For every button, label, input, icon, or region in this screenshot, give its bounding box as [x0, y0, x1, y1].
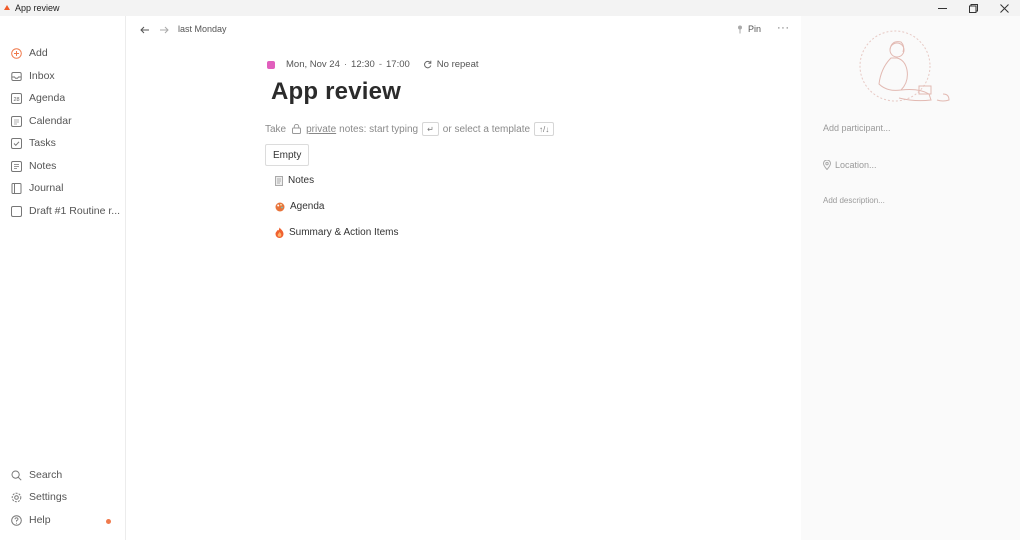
- repeat-selector[interactable]: No repeat: [423, 59, 479, 70]
- pin-icon: [738, 25, 742, 33]
- lock-icon: [292, 124, 302, 134]
- repeat-icon: [423, 60, 432, 69]
- location-label: Location...: [835, 160, 877, 170]
- event-time-end[interactable]: 17:00: [386, 59, 410, 70]
- template-agenda[interactable]: Agenda: [275, 201, 324, 212]
- minimize-icon: [938, 7, 947, 9]
- sidebar-item-label: Agenda: [29, 92, 66, 104]
- restore-button[interactable]: [958, 0, 989, 16]
- back-button[interactable]: [138, 24, 152, 36]
- close-window-button[interactable]: [989, 0, 1020, 16]
- more-options-button[interactable]: ···: [777, 22, 790, 34]
- sidebar-item-tasks[interactable]: Tasks: [11, 134, 121, 152]
- agenda-palette-icon: [275, 202, 285, 211]
- pin-button[interactable]: Pin: [737, 24, 761, 34]
- location-field[interactable]: Location...: [823, 160, 877, 170]
- sidebar-item-add[interactable]: Add: [11, 44, 121, 62]
- event-time-start[interactable]: 12:30: [351, 59, 375, 70]
- journal-icon: [11, 182, 22, 194]
- main-content: last Monday Pin ··· Mon, Nov 24 · 12:30 …: [127, 16, 801, 540]
- sidebar-item-settings[interactable]: Settings: [11, 488, 121, 506]
- gear-icon: [11, 492, 22, 502]
- add-participant-field[interactable]: Add participant...: [823, 123, 891, 133]
- template-label: Agenda: [290, 201, 325, 212]
- notes-doc-icon: [275, 175, 283, 186]
- breadcrumb[interactable]: last Monday: [178, 24, 227, 34]
- hint-rest: notes: start typing: [339, 123, 419, 135]
- time-separator: -: [378, 59, 382, 70]
- private-link[interactable]: private: [306, 124, 336, 135]
- event-date[interactable]: Mon, Nov 24: [286, 59, 340, 70]
- sidebar-item-draft[interactable]: Draft #1 Routine r...: [11, 202, 121, 220]
- sidebar-item-label: Add: [29, 47, 48, 59]
- location-pin-icon: [823, 160, 831, 170]
- sidebar-item-agenda[interactable]: 28 Agenda: [11, 89, 121, 107]
- template-label: Notes: [288, 175, 315, 186]
- enter-key-hint: ↵: [422, 122, 439, 136]
- event-color-chip[interactable]: [267, 60, 275, 69]
- template-notes[interactable]: Notes: [275, 175, 314, 186]
- sidebar-item-notes[interactable]: Notes: [11, 157, 121, 175]
- add-description-field[interactable]: Add description...: [823, 196, 885, 205]
- sidebar-item-label: Inbox: [29, 70, 55, 82]
- sidebar-item-search[interactable]: Search: [11, 466, 121, 484]
- svg-text:28: 28: [13, 97, 19, 103]
- sidebar-item-help[interactable]: Help: [11, 511, 121, 529]
- event-title[interactable]: App review: [271, 78, 401, 106]
- right-panel: Add participant... Location... Add descr…: [801, 16, 1020, 540]
- notes-icon: [11, 160, 22, 172]
- top-bar: last Monday Pin ···: [127, 16, 801, 44]
- app-logo-icon: [4, 5, 10, 11]
- hint-or-template: or select a template: [442, 123, 531, 135]
- person-illustration-icon: [859, 30, 950, 102]
- plus-circle-icon: [11, 47, 22, 59]
- arrow-right-icon: [160, 26, 169, 34]
- hint-take: Take: [265, 123, 287, 135]
- sidebar-item-label: Journal: [29, 182, 64, 194]
- sidebar-item-label: Draft #1 Routine r...: [29, 205, 121, 217]
- notes-hint: Take private notes: start typing ↵ or se…: [265, 122, 558, 136]
- template-summary[interactable]: Summary & Action Items: [275, 227, 398, 238]
- arrows-key-hint: ↑/↓: [534, 122, 555, 136]
- meta-separator: ·: [343, 59, 348, 70]
- event-meta-row: Mon, Nov 24 · 12:30 - 17:00 No repeat: [267, 59, 479, 70]
- sidebar-item-calendar[interactable]: Calendar: [11, 112, 121, 130]
- fire-icon: [275, 227, 284, 238]
- template-label: Summary & Action Items: [289, 227, 399, 238]
- calendar-icon: [11, 115, 22, 127]
- arrow-left-icon: [140, 26, 149, 34]
- repeat-label: No repeat: [436, 59, 479, 70]
- close-icon: [1000, 3, 1009, 13]
- search-icon: [11, 470, 22, 481]
- sidebar: Add Inbox 28 Agenda Calendar Tasks Notes…: [0, 16, 126, 540]
- sidebar-item-label: Notes: [29, 160, 57, 172]
- sidebar-item-label: Calendar: [29, 115, 72, 127]
- pin-label: Pin: [748, 24, 762, 34]
- sidebar-item-inbox[interactable]: Inbox: [11, 67, 121, 85]
- agenda-icon: 28: [11, 92, 22, 104]
- window-title: App review: [15, 3, 60, 13]
- sidebar-item-label: Settings: [29, 491, 67, 503]
- minimize-button[interactable]: [927, 0, 958, 16]
- help-icon: [11, 514, 22, 526]
- help-notification-dot: [106, 519, 111, 524]
- sidebar-item-label: Tasks: [29, 137, 56, 149]
- window-controls: [927, 0, 1020, 16]
- sidebar-item-label: Help: [29, 514, 51, 526]
- window-titlebar: App review: [0, 0, 1020, 16]
- forward-button[interactable]: [157, 24, 171, 36]
- draft-icon: [11, 205, 22, 217]
- task-checkbox-icon: [11, 137, 22, 149]
- empty-template-button[interactable]: Empty: [265, 144, 310, 166]
- sidebar-item-label: Search: [29, 469, 63, 481]
- sidebar-item-journal[interactable]: Journal: [11, 179, 121, 197]
- inbox-icon: [11, 71, 22, 81]
- restore-icon: [969, 3, 978, 13]
